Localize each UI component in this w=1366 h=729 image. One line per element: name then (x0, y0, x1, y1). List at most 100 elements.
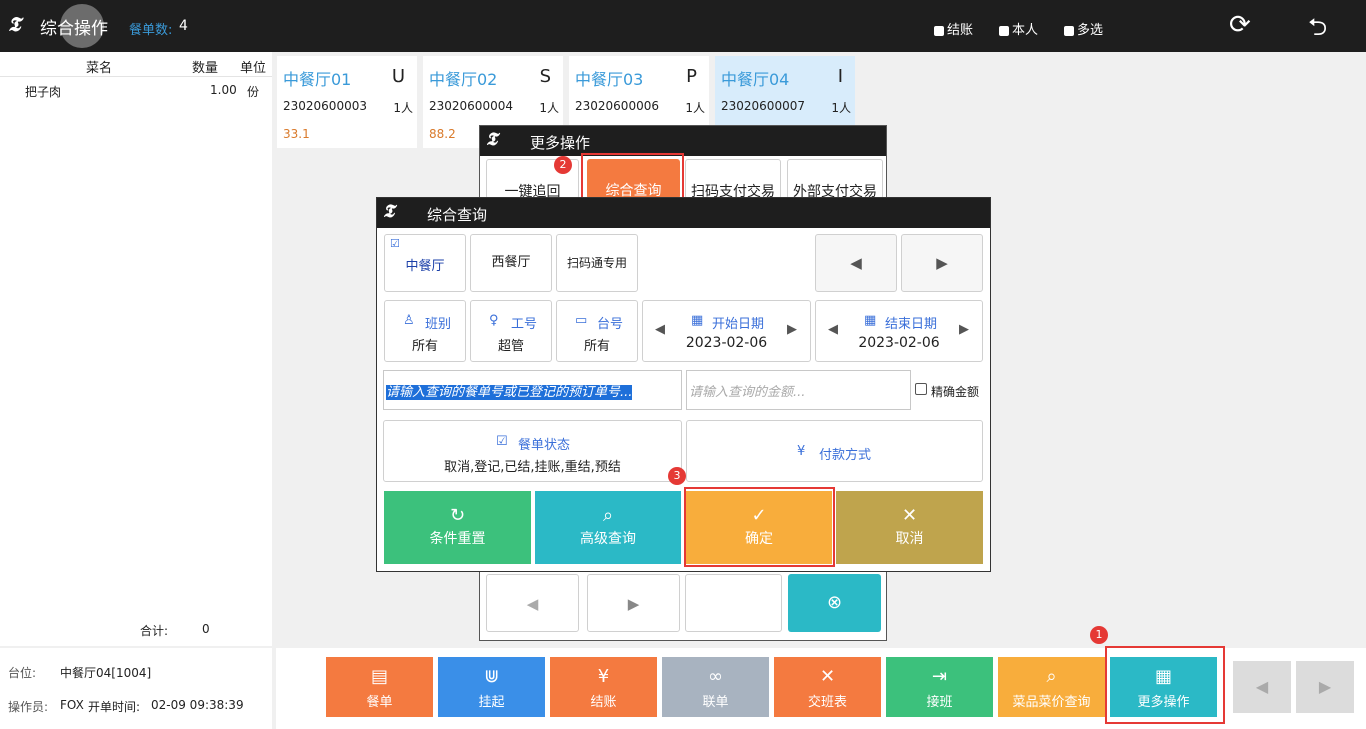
tile-persons: 1人 (393, 101, 413, 115)
checkout-button[interactable]: ¥ 结账 (550, 657, 657, 717)
more-modal-header: 𝕿 更多操作 (480, 126, 886, 156)
start-date-filter[interactable]: ◀ ▦ 开始日期 2023-02-06 ▶ (642, 300, 811, 362)
calendar-icon: ▦ (691, 313, 704, 328)
back-icon[interactable]: ⮌ (1308, 10, 1327, 51)
dish-price-query-button[interactable]: ⌕ 菜品菜价查询 (998, 657, 1105, 717)
self-checkbox[interactable]: 本人 (999, 19, 1038, 38)
tile-letter: I (837, 66, 843, 87)
restaurant-option-western[interactable]: 西餐厅 (470, 234, 552, 292)
touch-indicator (60, 4, 104, 48)
scan-pay-button[interactable]: 扫码支付交易 (685, 159, 781, 199)
order-no-placeholder: 请输入查询的餐单号或已登记的预订单号... (386, 385, 633, 400)
dish-price-query-button-label: 菜品菜价查询 (1012, 695, 1091, 710)
total-value: 0 (202, 622, 210, 636)
shift-label: 班别 (425, 317, 452, 332)
order-info-panel: 台位: 中餐厅04[1004] 操作员: FOX 开单时间: 02-09 09:… (0, 648, 272, 729)
cancel-button[interactable]: ✕ 取消 (836, 491, 983, 564)
close-icon[interactable]: ⊗ (788, 574, 881, 632)
payment-method-filter[interactable]: ¥ 付款方式 (686, 420, 983, 482)
operator-value: FOX (60, 698, 84, 712)
tile-persons: 1人 (685, 101, 705, 115)
end-date-next-button[interactable]: ▶ (959, 322, 969, 337)
staff-filter[interactable]: ♀ 工号 超管 (470, 300, 552, 362)
yen-icon: ¥ (597, 666, 610, 687)
external-pay-button[interactable]: 外部支付交易 (787, 159, 883, 199)
list-item[interactable]: 把子肉 1.00 份 (0, 80, 272, 102)
link-icon: ∞ (708, 666, 723, 687)
end-date-label: 结束日期 (885, 317, 938, 332)
more-modal-title: 更多操作 (530, 134, 591, 152)
page-next-button[interactable]: ▶ (1296, 661, 1354, 713)
table-value: 所有 (583, 339, 610, 354)
item-name: 把子肉 (25, 85, 62, 99)
order-button[interactable]: ▤ 餐单 (326, 657, 433, 717)
restaurant-option-chinese[interactable]: ☑ 中餐厅 (384, 234, 466, 292)
restaurant-prev-button[interactable]: ◀ (815, 234, 897, 292)
tile-name: 中餐厅03 (575, 70, 644, 89)
restaurant-next-button[interactable]: ▶ (901, 234, 983, 292)
tile-order-no: 23020600003 (283, 99, 367, 113)
checkout-button-label: 结账 (590, 695, 617, 710)
exact-amount-checkbox[interactable] (915, 383, 927, 395)
link-order-button-label: 联单 (702, 695, 729, 710)
shift-filter[interactable]: ♙ 班别 所有 (384, 300, 466, 362)
order-button-label: 餐单 (366, 695, 393, 710)
multi-select-checkbox[interactable]: 多选 (1064, 19, 1103, 38)
tile-order-no: 23020600006 (575, 99, 659, 113)
table-value: 中餐厅04[1004] (60, 666, 152, 680)
highlight-frame (684, 487, 835, 567)
link-order-button[interactable]: ∞ 联单 (662, 657, 769, 717)
reset-button[interactable]: ↻ 条件重置 (384, 491, 531, 564)
person-icon: ♙ (403, 313, 415, 328)
yen-circle-icon: ¥ (797, 444, 806, 459)
item-qty: 1.00 (210, 83, 237, 97)
start-date-value: 2023-02-06 (685, 335, 768, 351)
end-date-value: 2023-02-06 (858, 335, 940, 351)
query-modal-header: 𝕿 综合查询 (377, 198, 990, 228)
restaurant-label: 中餐厅 (405, 259, 445, 274)
tile-letter: U (391, 66, 405, 87)
take-shift-button-label: 接班 (926, 695, 953, 710)
hold-button[interactable]: ⋓ 挂起 (438, 657, 545, 717)
table-tile[interactable]: 中餐厅01 U 23020600003 1人 33.1 (277, 56, 417, 148)
monitor-icon: ▭ (575, 313, 588, 328)
total-label: 合计: (140, 624, 169, 638)
search-icon: ⌕ (602, 505, 614, 526)
payment-label: 付款方式 (819, 448, 872, 463)
search-icon: ⌕ (1046, 666, 1057, 687)
order-status-filter[interactable]: ☑ 餐单状态 取消,登记,已结,挂账,重结,预结 (383, 420, 682, 482)
shift-report-button[interactable]: ✕ 交班表 (774, 657, 881, 717)
page-prev-button[interactable]: ◀ (1233, 661, 1291, 713)
operator-label: 操作员: (8, 700, 49, 714)
start-date-next-button[interactable]: ▶ (787, 322, 797, 337)
highlight-frame (1105, 646, 1225, 724)
more-next-button[interactable]: ▶ (587, 574, 680, 632)
advanced-query-button[interactable]: ⌕ 高级查询 (535, 491, 681, 564)
table-filter[interactable]: ▭ 台号 所有 (556, 300, 638, 362)
tile-order-no: 23020600004 (429, 99, 513, 113)
tile-letter: P (686, 66, 697, 87)
step-badge-2: 2 (554, 156, 572, 174)
status-value: 取消,登记,已结,挂账,重结,预结 (444, 460, 621, 475)
tile-persons: 1人 (539, 101, 559, 115)
tile-name: 中餐厅04 (721, 70, 790, 89)
refresh-icon[interactable]: ⟳ (1229, 10, 1251, 40)
col-header-unit: 单位 (240, 61, 267, 76)
more-prev-button[interactable]: ◀ (486, 574, 579, 632)
start-date-label: 开始日期 (712, 317, 765, 332)
table-label: 台号 (597, 317, 624, 332)
settle-checkbox[interactable]: 结账 (934, 19, 973, 38)
query-modal-title: 综合查询 (427, 206, 488, 224)
restaurant-option-scan[interactable]: 扫码通专用 (556, 234, 638, 292)
order-no-input[interactable]: 请输入查询的餐单号或已登记的预订单号... (383, 370, 682, 410)
reset-icon: ↻ (449, 505, 466, 526)
shift-value: 所有 (411, 339, 438, 354)
amount-input[interactable]: 请输入查询的金额... (686, 370, 911, 410)
take-shift-button[interactable]: ⇥ 接班 (886, 657, 993, 717)
order-count: 4 (179, 18, 188, 34)
tile-amount: 33.1 (283, 127, 310, 141)
status-label: 餐单状态 (518, 438, 571, 453)
calendar-icon: ▦ (864, 313, 877, 328)
order-count-label: 餐单数: (129, 23, 173, 38)
end-date-filter[interactable]: ◀ ▦ 结束日期 2023-02-06 ▶ (815, 300, 983, 362)
